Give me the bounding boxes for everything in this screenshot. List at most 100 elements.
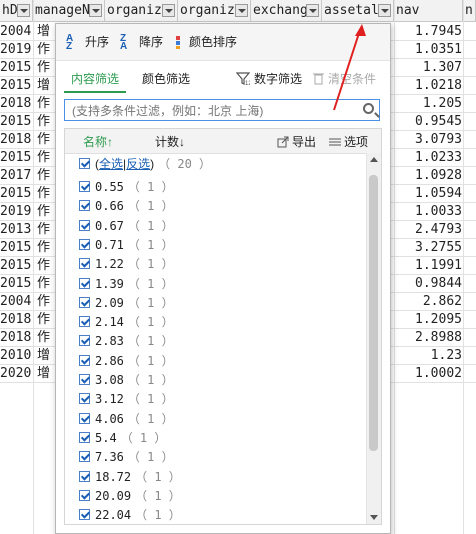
sort-ascending-button[interactable]: A Z 升序 [66,33,109,51]
manager-cell[interactable]: 作 [37,203,50,221]
list-item[interactable]: 0.71 （ 1 ） [79,236,174,254]
manager-cell[interactable]: 作 [37,185,50,203]
list-item[interactable]: 0.66 （ 1 ） [79,197,174,215]
filter-dropdown-icon[interactable] [162,4,175,17]
year-cell[interactable]: 2015 [0,59,31,77]
nav-cell[interactable]: 2.4793 [394,221,462,239]
nav-cell[interactable]: 1.1991 [394,257,462,275]
nav-cell[interactable]: 1.0233 [394,149,462,167]
list-item[interactable]: 3.12 （ 1 ） [79,390,174,408]
nav-cell[interactable]: 1.0033 [394,203,462,221]
list-item[interactable]: 18.72 （ 1 ） [79,468,181,486]
year-cell[interactable]: 2015 [0,257,31,275]
item-checkbox[interactable] [79,277,90,289]
column-header[interactable]: n [463,0,476,22]
nav-cell[interactable]: 3.0793 [394,131,462,149]
manager-cell[interactable]: 作 [37,293,50,311]
list-item[interactable]: 1.39 （ 1 ） [79,275,174,293]
manager-cell[interactable]: 增 [37,365,50,383]
manager-cell[interactable]: 作 [37,311,50,329]
nav-cell[interactable]: 0.9545 [394,113,462,131]
tab-content-filter[interactable]: 内容筛选 [71,70,119,87]
select-all-checkbox[interactable] [79,158,90,169]
manager-cell[interactable]: 作 [37,329,50,347]
nav-cell[interactable]: 1.0594 [394,185,462,203]
year-cell[interactable]: 2015 [0,239,31,257]
year-cell[interactable]: 2010 [0,347,31,365]
list-item[interactable]: 2.09 （ 1 ） [79,294,174,312]
number-filter-button[interactable]: 12 数字筛选 [235,70,302,88]
year-cell[interactable]: 2018 [0,311,31,329]
filter-dropdown-icon[interactable] [17,4,30,17]
column-header[interactable]: nav [394,0,463,22]
item-checkbox[interactable] [79,509,90,521]
year-cell[interactable]: 2015 [0,275,31,293]
manager-cell[interactable]: 作 [37,221,50,239]
options-button[interactable]: 选项 [329,133,368,150]
invert-selection-link[interactable]: 反选 [126,157,150,171]
sort-by-color-button[interactable]: 颜色排序 [176,33,237,51]
nav-cell[interactable]: 1.0351 [394,41,462,59]
column-header[interactable]: organiz [178,0,251,22]
item-checkbox[interactable] [79,258,90,270]
nav-cell[interactable]: 1.205 [394,95,462,113]
nav-cell[interactable]: 1.307 [394,59,462,77]
year-cell[interactable]: 2018 [0,329,31,347]
export-button[interactable]: 导出 [277,133,316,151]
item-checkbox[interactable] [79,451,90,463]
manager-cell[interactable]: 作 [37,113,50,131]
column-header[interactable]: hD [0,0,33,22]
year-cell[interactable]: 2015 [0,77,31,95]
item-checkbox[interactable] [79,431,90,443]
nav-cell[interactable]: 1.0928 [394,167,462,185]
nav-cell[interactable]: 2.862 [394,293,462,311]
item-checkbox[interactable] [79,489,90,501]
list-item[interactable]: 0.67 （ 1 ） [79,217,174,235]
sort-by-count-header[interactable]: 计数↓ [155,133,185,150]
nav-cell[interactable]: 1.23 [394,347,462,365]
filter-dropdown-icon[interactable] [235,4,248,17]
manager-cell[interactable]: 作 [37,131,50,149]
sort-descending-button[interactable]: Z A 降序 [120,33,163,51]
column-header[interactable]: exchang [251,0,322,22]
clear-filter-button[interactable]: 清空条件 [313,70,376,88]
list-item[interactable]: 2.14 （ 1 ） [79,313,174,331]
search-icon[interactable] [363,103,374,114]
search-input[interactable] [70,101,354,121]
list-item[interactable]: 3.08 （ 1 ） [79,371,174,389]
item-checkbox[interactable] [79,296,90,308]
manager-cell[interactable]: 增 [37,77,50,95]
item-checkbox[interactable] [79,238,90,250]
scroll-down-icon[interactable] [370,515,378,520]
filter-dropdown-icon[interactable] [89,4,102,17]
sort-by-name-header[interactable]: 名称↑ [83,133,113,150]
item-checkbox[interactable] [79,374,90,385]
list-item[interactable]: 1.22 （ 1 ） [79,255,174,273]
year-cell[interactable]: 2004 [0,23,31,41]
list-item[interactable]: 5.4 （ 1 ） [79,429,166,447]
item-checkbox[interactable] [79,181,90,192]
list-item[interactable]: 2.86 （ 1 ） [79,352,174,370]
list-item[interactable]: 20.09 （ 1 ） [79,487,181,505]
scrollbar-thumb[interactable] [369,175,378,451]
item-checkbox[interactable] [79,412,90,424]
manager-cell[interactable]: 作 [37,41,50,59]
tab-color-filter[interactable]: 颜色筛选 [142,70,190,87]
list-item[interactable]: 22.04 （ 1 ） [79,506,181,524]
year-cell[interactable]: 2018 [0,131,31,149]
year-cell[interactable]: 2015 [0,185,31,203]
manager-cell[interactable]: 作 [37,167,50,185]
item-checkbox[interactable] [79,200,90,212]
list-scrollbar[interactable] [366,153,381,524]
list-item[interactable]: 0.55 （ 1 ） [79,178,174,196]
item-checkbox[interactable] [79,354,90,366]
nav-cell[interactable]: 1.0002 [394,365,462,383]
nav-cell[interactable]: 1.7945 [394,23,462,41]
select-all-row[interactable]: (全选|反选) （ 20 ） [79,155,211,173]
manager-cell[interactable]: 作 [37,59,50,77]
scroll-up-icon[interactable] [370,157,378,162]
year-cell[interactable]: 2018 [0,95,31,113]
manager-cell[interactable]: 作 [37,239,50,257]
filter-dropdown-icon[interactable] [306,4,319,17]
year-cell[interactable]: 2020 [0,365,31,383]
